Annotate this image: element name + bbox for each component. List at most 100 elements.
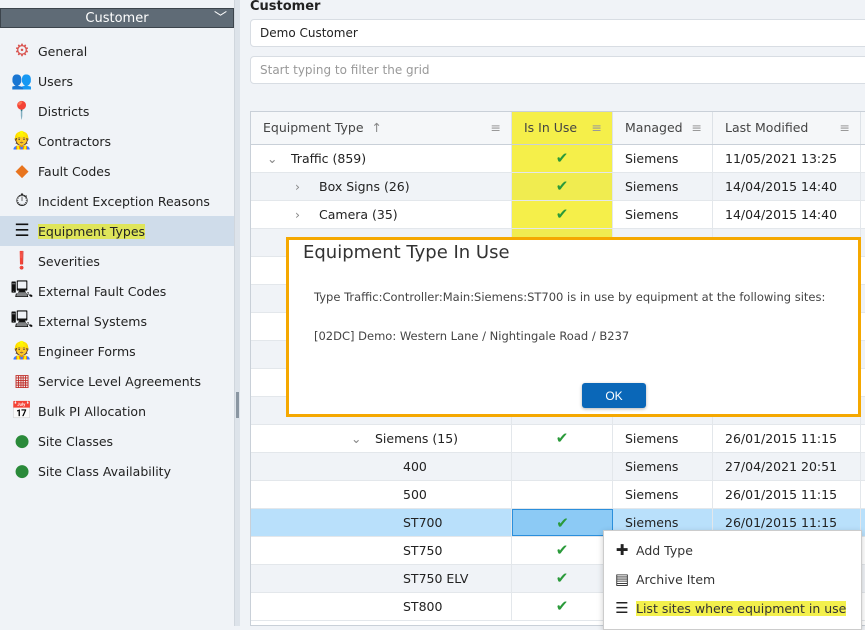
extra-cell[interactable] (861, 313, 865, 340)
list-icon: ☰ (14, 221, 30, 241)
menu-item-archive-item[interactable]: ▤ Archive Item (604, 565, 863, 593)
ok-button[interactable]: OK (582, 383, 646, 408)
in-use-cell[interactable] (512, 481, 613, 508)
sidebar-item-districts[interactable]: 📍 Districts (0, 96, 234, 126)
equipment-type-cell[interactable]: 400 (251, 453, 512, 480)
sidebar-item-bulk-pi-allocation[interactable]: 📅 Bulk PI Allocation (0, 396, 234, 426)
in-use-cell[interactable]: ✔ (512, 537, 613, 564)
sidebar-item-external-systems[interactable]: 🖳 External Systems (0, 306, 234, 336)
in-use-cell[interactable]: ✔ (512, 593, 613, 620)
in-use-cell[interactable] (512, 453, 613, 480)
chevron-down-icon[interactable]: ⌄ (267, 145, 291, 172)
sidebar-item-general[interactable]: ⚙ General (0, 36, 234, 66)
equipment-type-cell[interactable]: ⌄ Traffic (859) (251, 145, 512, 172)
managed-cell[interactable]: Siemens (613, 481, 713, 508)
last-modified-cell[interactable]: 14/04/2015 14:40 (713, 201, 861, 228)
equipment-type-cell[interactable]: › Box Signs (26) (251, 173, 512, 200)
extra-cell[interactable] (861, 229, 865, 256)
column-header-managed[interactable]: Managed ≡ (613, 112, 713, 144)
column-menu-icon[interactable]: ≡ (592, 112, 602, 144)
equipment-type-cell[interactable]: ST700 (251, 509, 512, 536)
extra-cell[interactable] (861, 257, 865, 284)
table-row[interactable]: › Camera (35) ✔ Siemens 14/04/2015 14:40 (251, 201, 865, 229)
customer-label: Customer (250, 0, 321, 14)
users-icon: 👥 (11, 71, 33, 91)
extra-cell[interactable] (861, 341, 865, 368)
sidebar-item-severities[interactable]: ❗ Severities (0, 246, 234, 276)
extra-cell[interactable] (861, 201, 865, 228)
gear-icon: ⚙ (14, 41, 30, 61)
extra-cell[interactable] (861, 145, 865, 172)
table-row[interactable]: ⌄ Traffic (859) ✔ Siemens 11/05/2021 13:25 (251, 145, 865, 173)
last-modified-cell[interactable]: 14/04/2015 14:40 (713, 173, 861, 200)
equipment-type-cell[interactable]: ST800 (251, 593, 512, 620)
in-use-cell[interactable]: ✔ (512, 509, 613, 536)
equipment-type-cell[interactable]: ST750 ELV (251, 565, 512, 592)
customer-field[interactable]: Demo Customer (250, 19, 865, 47)
chevron-right-icon[interactable]: › (295, 201, 319, 228)
last-modified-cell[interactable]: 27/04/2021 20:51 (713, 453, 861, 480)
column-header-last-modified[interactable]: Last Modified ≡ (713, 112, 861, 144)
chevron-down-icon[interactable]: ⌄ (351, 425, 375, 452)
equipment-type-label: Traffic (859) (291, 151, 367, 166)
menu-item-label: Archive Item (636, 571, 716, 587)
menu-item-list-sites[interactable]: ☰ List sites where equipment in use (604, 594, 863, 622)
equipment-type-cell[interactable]: ⌄ Siemens (15) (251, 425, 512, 452)
column-header-equipment-type[interactable]: Equipment Type ↑ ≡ (251, 112, 512, 144)
managed-cell[interactable]: Siemens (613, 425, 713, 452)
equipment-type-cell[interactable]: › Camera (35) (251, 201, 512, 228)
context-menu: ✚ Add Type ▤ Archive Item ☰ List sites where … (603, 530, 862, 630)
sidebar-header[interactable]: Customer ﹀ (0, 8, 234, 28)
in-use-cell[interactable]: ✔ (512, 565, 613, 592)
equipment-type-cell[interactable]: 500 (251, 481, 512, 508)
column-menu-icon[interactable]: ≡ (491, 112, 501, 144)
managed-cell[interactable]: Siemens (613, 201, 713, 228)
splitter-grip[interactable] (236, 392, 239, 418)
sidebar-item-users[interactable]: 👥 Users (0, 66, 234, 96)
table-row[interactable]: 400 Siemens 27/04/2021 20:51 (251, 453, 865, 481)
sidebar-item-contractors[interactable]: 👷 Contractors (0, 126, 234, 156)
sidebar-item-site-classes[interactable]: ● Site Classes (0, 426, 234, 456)
last-modified-cell[interactable]: 26/01/2015 11:15 (713, 481, 861, 508)
sidebar-item-site-class-availability[interactable]: ● Site Class Availability (0, 456, 234, 486)
table-row[interactable]: ⌄ Siemens (15) ✔ Siemens 26/01/2015 11:15 (251, 425, 865, 453)
column-header-is-in-use[interactable]: Is In Use ≡ (512, 112, 613, 144)
in-use-cell[interactable]: ✔ (512, 201, 613, 228)
sidebar-item-fault-codes[interactable]: ◆ Fault Codes (0, 156, 234, 186)
sidebar-item-incident-exception-reasons[interactable]: ⏱ Incident Exception Reasons (0, 186, 234, 216)
splitter[interactable] (235, 0, 240, 626)
table-row[interactable]: › Box Signs (26) ✔ Siemens 14/04/2015 14:40 (251, 173, 865, 201)
in-use-cell[interactable]: ✔ (512, 173, 613, 200)
sort-ascending-icon[interactable]: ↑ (372, 120, 382, 135)
managed-cell[interactable]: Siemens (613, 453, 713, 480)
extra-cell[interactable] (861, 397, 865, 424)
extra-cell[interactable] (861, 425, 865, 452)
filter-input[interactable]: Start typing to filter the grid (250, 56, 865, 84)
column-menu-icon[interactable]: ≡ (692, 112, 702, 144)
extra-cell[interactable] (861, 481, 865, 508)
last-modified-cell[interactable]: 11/05/2021 13:25 (713, 145, 861, 172)
column-menu-icon[interactable]: ≡ (840, 112, 850, 144)
extra-cell[interactable] (861, 369, 865, 396)
checkmark-icon: ✔ (555, 205, 569, 223)
managed-cell[interactable]: Siemens (613, 173, 713, 200)
chevron-down-icon[interactable]: ﹀ (214, 9, 227, 29)
chevron-right-icon[interactable]: › (295, 173, 319, 200)
in-use-cell[interactable]: ✔ (512, 425, 613, 452)
extra-cell[interactable] (861, 453, 865, 480)
sidebar-item-service-level-agreements[interactable]: ▦ Service Level Agreements (0, 366, 234, 396)
last-modified-cell[interactable]: 26/01/2015 11:15 (713, 425, 861, 452)
table-row[interactable]: 500 Siemens 26/01/2015 11:15 (251, 481, 865, 509)
extra-cell[interactable] (861, 173, 865, 200)
managed-cell[interactable]: Siemens (613, 145, 713, 172)
sidebar-item-equipment-types[interactable]: ☰ Equipment Types (0, 216, 234, 246)
column-header-label: Managed (625, 120, 683, 135)
equipment-type-cell[interactable]: ST750 (251, 537, 512, 564)
dialog-message: Type Traffic:Controller:Main:Siemens:ST7… (314, 290, 826, 304)
sidebar-item-engineer-forms[interactable]: 👷 Engineer Forms (0, 336, 234, 366)
menu-item-add-type[interactable]: ✚ Add Type (604, 536, 863, 564)
sidebar-item-label: Contractors (38, 133, 112, 149)
in-use-cell[interactable]: ✔ (512, 145, 613, 172)
extra-cell[interactable] (861, 285, 865, 312)
sidebar-item-external-fault-codes[interactable]: 🖳 External Fault Codes (0, 276, 234, 306)
